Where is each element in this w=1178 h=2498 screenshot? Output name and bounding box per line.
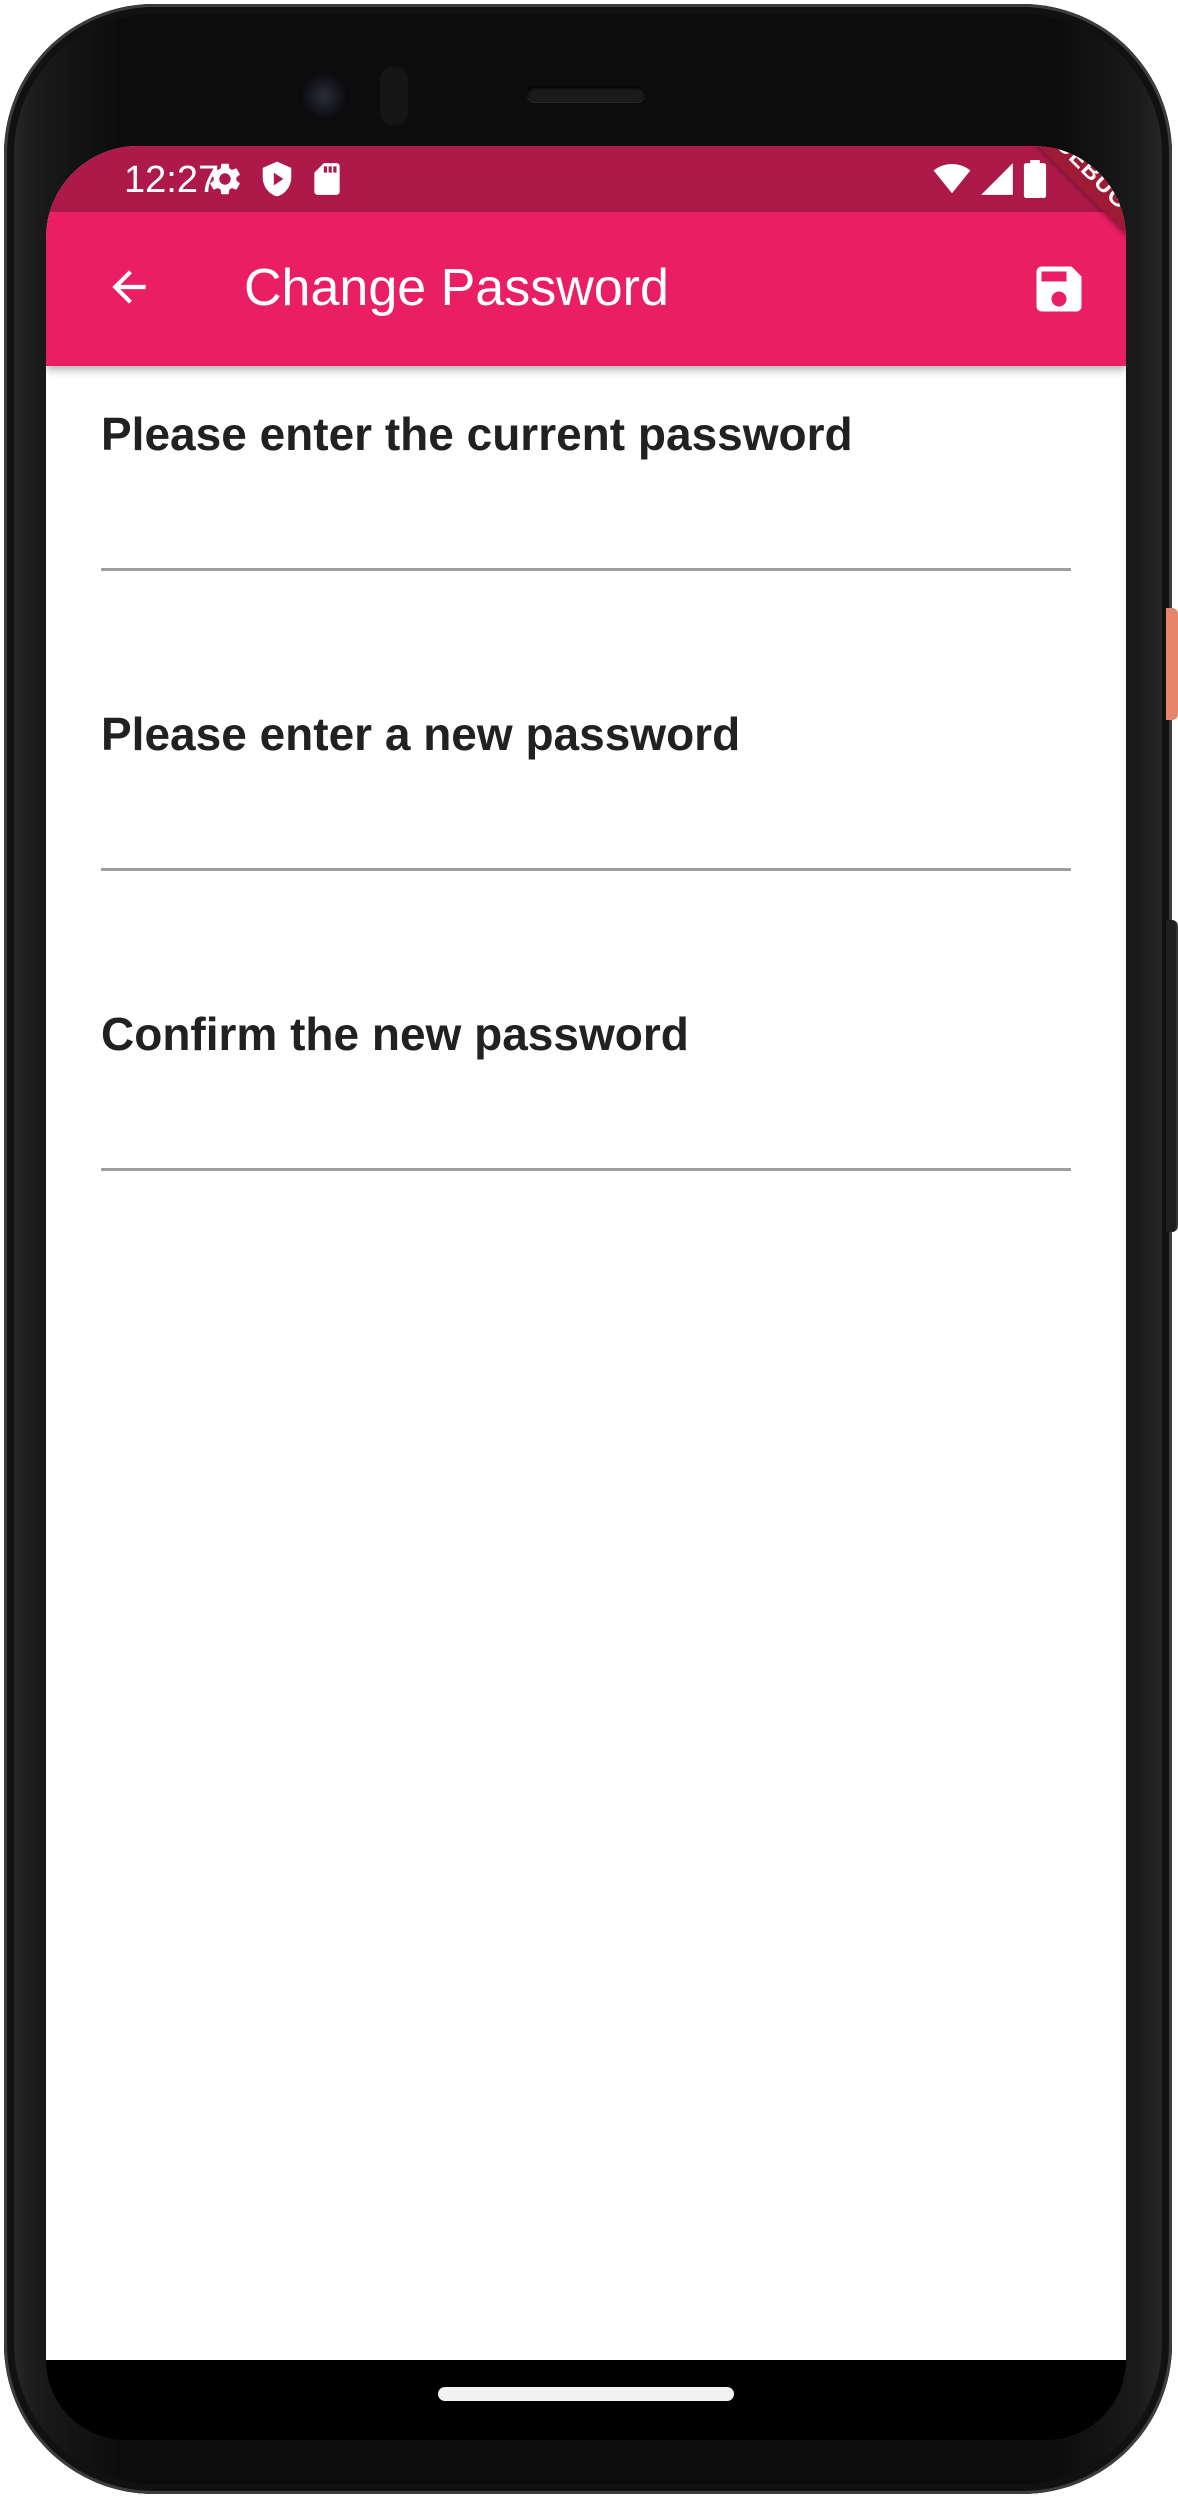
current-password-underline [101, 568, 1071, 571]
earpiece-speaker [527, 86, 645, 102]
confirm-password-field: Confirm the new password [101, 966, 1071, 1266]
confirm-password-label: Confirm the new password [101, 1008, 689, 1060]
confirm-password-underline [101, 1168, 1071, 1171]
gear-icon [206, 160, 244, 198]
save-button[interactable] [1024, 256, 1094, 326]
confirm-password-input[interactable] [101, 1106, 1071, 1166]
new-password-field: Please enter a new password [101, 666, 1071, 966]
signal-icon [978, 160, 1016, 198]
back-button[interactable] [92, 252, 166, 326]
app-bar: Change Password [46, 212, 1126, 366]
home-indicator[interactable] [438, 2387, 734, 2401]
new-password-underline [101, 868, 1071, 871]
floppy-disk-icon [1029, 259, 1089, 324]
new-password-label: Please enter a new password [101, 708, 741, 760]
status-time: 12:27 [124, 159, 220, 201]
page-title: Change Password [244, 259, 669, 317]
wifi-icon [930, 160, 974, 198]
change-password-form: Please enter the current password Please… [101, 366, 1071, 1266]
app-screen: 12:27 Change Password DEBUG Please enter… [46, 146, 1126, 2360]
power-button [1166, 608, 1178, 720]
battery-icon [1022, 160, 1048, 198]
status-bar: 12:27 [46, 146, 1126, 212]
current-password-input[interactable] [101, 506, 1071, 566]
new-password-input[interactable] [101, 806, 1071, 866]
arrow-back-icon [104, 262, 154, 317]
sd-card-icon [308, 160, 346, 198]
front-camera [296, 68, 352, 124]
proximity-sensor [380, 66, 408, 126]
shield-icon [258, 160, 296, 198]
volume-button [1166, 920, 1178, 1232]
current-password-label: Please enter the current password [101, 408, 853, 460]
current-password-field: Please enter the current password [101, 366, 1071, 666]
